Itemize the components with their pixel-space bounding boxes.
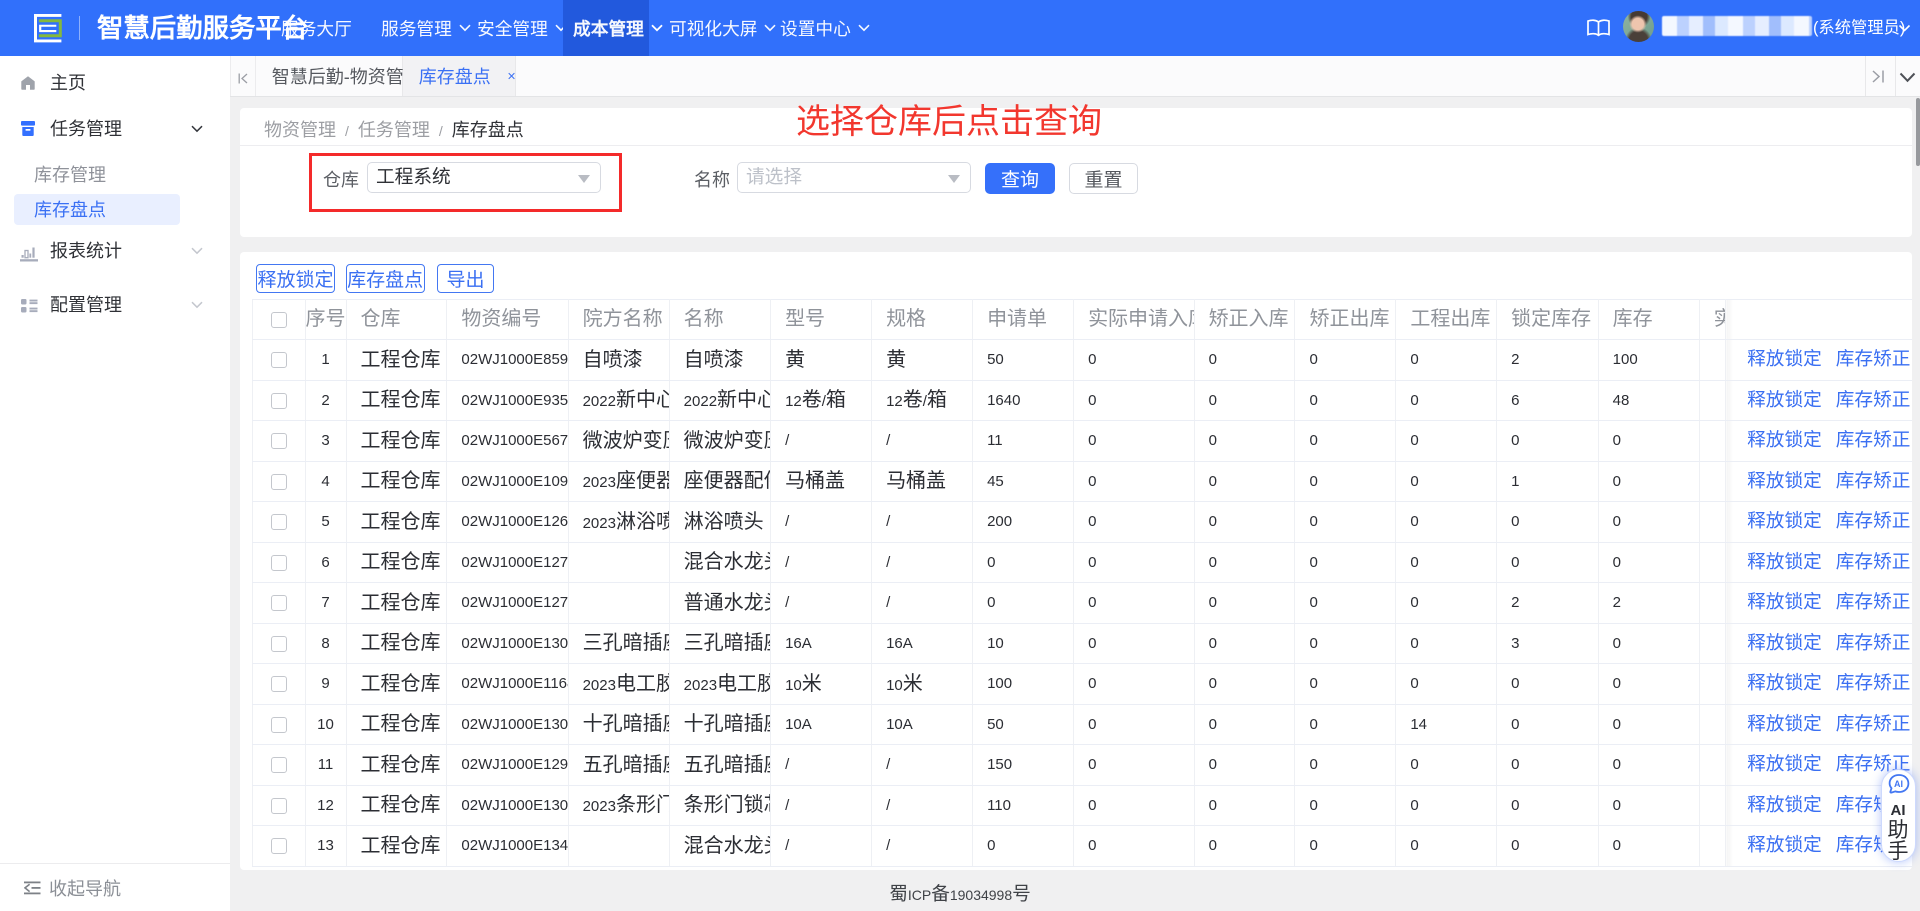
- svg-text:AI: AI: [1894, 779, 1903, 789]
